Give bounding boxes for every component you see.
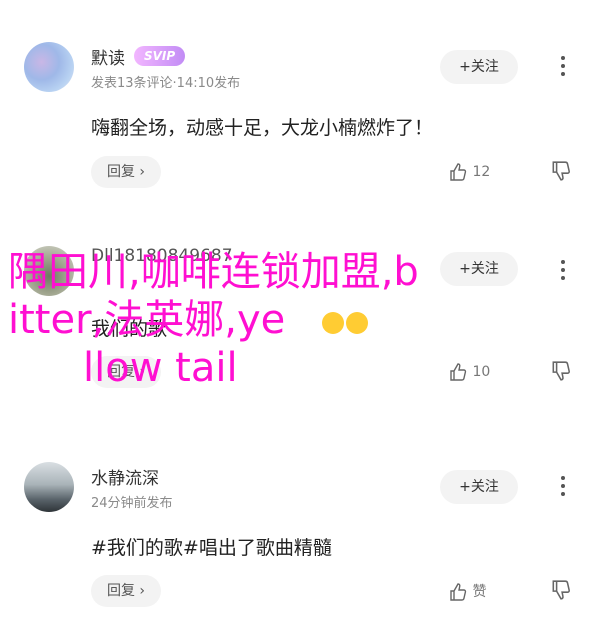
comment-text: 嗨翻全场，动感十足，大龙小楠燃炸了！ bbox=[91, 117, 434, 139]
thumbs-up-icon bbox=[450, 163, 467, 181]
overlay-line: itter,法英娜,ye bbox=[8, 297, 286, 343]
avatar[interactable] bbox=[24, 462, 74, 512]
like-count: 赞 bbox=[472, 584, 487, 600]
comment-meta: 发表13条评论·14:10发布 bbox=[91, 76, 241, 91]
thumbs-down-icon bbox=[552, 161, 570, 181]
thumbs-down-icon bbox=[552, 580, 570, 600]
overlay-line: 隅田川,咖啡连锁加盟,b bbox=[8, 249, 419, 295]
username[interactable]: 默读 bbox=[91, 44, 125, 69]
more-icon[interactable] bbox=[556, 52, 570, 82]
avatar[interactable] bbox=[24, 42, 74, 92]
dislike-button[interactable] bbox=[550, 360, 572, 382]
overlay-caption: 隅田川,咖啡连锁加盟,b itter,法英娜,ye llow tail bbox=[8, 248, 528, 392]
username[interactable]: 水静流深 bbox=[91, 464, 159, 489]
more-icon[interactable] bbox=[556, 472, 570, 502]
follow-button[interactable]: +关注 bbox=[440, 50, 518, 84]
reply-button[interactable]: 回复 › bbox=[91, 575, 161, 607]
overlay-line: llow tail bbox=[83, 345, 238, 391]
reply-button[interactable]: 回复 › bbox=[91, 156, 161, 188]
like-button[interactable]: 12 bbox=[448, 162, 490, 182]
reply-label: 回复 bbox=[106, 583, 135, 599]
like-count: 12 bbox=[472, 164, 491, 180]
svip-badge: SVIP bbox=[134, 46, 186, 66]
thumbs-down-icon bbox=[552, 361, 570, 381]
comment-text: #我们的歌#唱出了歌曲精髓 bbox=[91, 537, 332, 559]
reply-label: 回复 bbox=[106, 164, 135, 180]
more-icon[interactable] bbox=[556, 256, 570, 286]
dislike-button[interactable] bbox=[550, 579, 572, 601]
like-button[interactable]: 赞 bbox=[448, 581, 486, 602]
dislike-button[interactable] bbox=[550, 160, 572, 182]
thumbs-up-icon bbox=[450, 583, 467, 601]
comment-meta: 24分钟前发布 bbox=[91, 496, 173, 511]
follow-button[interactable]: +关注 bbox=[440, 470, 518, 504]
